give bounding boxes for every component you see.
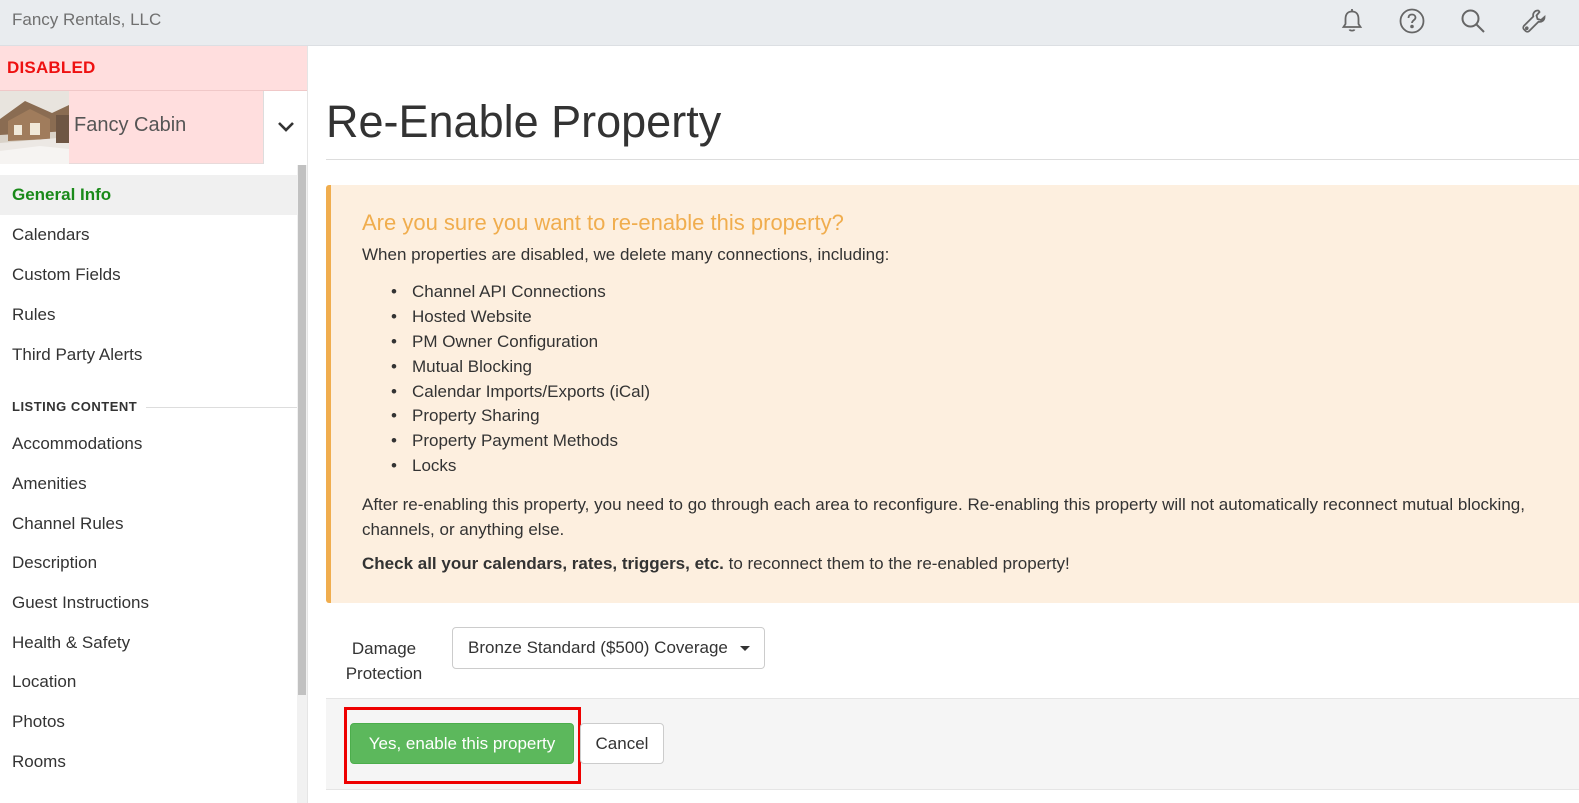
- company-name: Fancy Rentals, LLC: [12, 10, 162, 29]
- sidebar-item-photos[interactable]: Photos: [0, 702, 297, 742]
- sidebar-item-custom-fields[interactable]: Custom Fields: [0, 255, 297, 295]
- sidebar-item-health-safety[interactable]: Health & Safety: [0, 623, 297, 663]
- cancel-button[interactable]: Cancel: [580, 723, 664, 764]
- list-item: Property Sharing: [362, 404, 1062, 429]
- sidebar-item-third-party-alerts[interactable]: Third Party Alerts: [0, 335, 297, 375]
- enable-property-button[interactable]: Yes, enable this property: [350, 723, 574, 764]
- list-item: Property Payment Methods: [362, 429, 1062, 454]
- sidebar-item-calendars[interactable]: Calendars: [0, 215, 297, 255]
- warning-check-rest: to reconnect them to the re-enabled prop…: [723, 554, 1070, 573]
- property-selector[interactable]: Fancy Cabin: [0, 91, 307, 164]
- damage-protection-value: Bronze Standard ($500) Coverage: [468, 638, 728, 657]
- title-divider: [326, 159, 1579, 160]
- chevron-down-icon: [278, 122, 294, 132]
- warning-intro: When properties are disabled, we delete …: [362, 245, 890, 264]
- sidebar-item-amenities[interactable]: Amenities: [0, 464, 297, 504]
- warning-title: Are you sure you want to re-enable this …: [362, 210, 844, 235]
- section-header-listing-content: LISTING CONTENT: [0, 397, 297, 417]
- sidebar: DISABLED Fancy Cabin General Info Calend…: [0, 46, 308, 803]
- top-bar: Fancy Rentals, LLC: [0, 0, 1579, 46]
- main-content: Re-Enable Property Are you sure you want…: [308, 46, 1579, 803]
- warning-check-bold: Check all your calendars, rates, trigger…: [362, 554, 724, 573]
- sidebar-item-guest-instructions[interactable]: Guest Instructions: [0, 583, 297, 623]
- sidebar-item-general-info[interactable]: General Info: [0, 175, 297, 215]
- sidebar-scrollbar-thumb[interactable]: [298, 165, 306, 695]
- caret-down-icon: [740, 646, 750, 651]
- section-divider: [146, 407, 297, 408]
- sidebar-item-rooms[interactable]: Rooms: [0, 742, 297, 782]
- list-item: Locks: [362, 454, 1062, 479]
- list-item: Calendar Imports/Exports (iCal): [362, 380, 1062, 405]
- deleted-connections-list: Channel API Connections Hosted Website P…: [362, 280, 1062, 479]
- list-item: Hosted Website: [362, 305, 1062, 330]
- warning-alert: Are you sure you want to re-enable this …: [326, 185, 1579, 603]
- sidebar-item-channel-rules[interactable]: Channel Rules: [0, 504, 297, 544]
- sidebar-item-location[interactable]: Location: [0, 662, 297, 702]
- damage-protection-label: Damage Protection: [345, 639, 423, 683]
- damage-protection-select[interactable]: Bronze Standard ($500) Coverage: [452, 627, 765, 669]
- status-badge: DISABLED: [7, 58, 96, 77]
- list-item: Mutual Blocking: [362, 355, 1062, 380]
- disabled-banner: DISABLED: [0, 46, 307, 91]
- sidebar-nav: General Info Calendars Custom Fields Rul…: [0, 165, 307, 803]
- wrench-icon[interactable]: [1519, 6, 1549, 36]
- list-item: Channel API Connections: [362, 280, 1062, 305]
- search-icon[interactable]: [1458, 6, 1488, 36]
- bell-icon[interactable]: [1337, 6, 1367, 36]
- property-name: Fancy Cabin: [74, 114, 187, 136]
- property-dropdown-button[interactable]: [263, 91, 307, 164]
- property-thumbnail: [0, 91, 69, 164]
- sidebar-item-accommodations[interactable]: Accommodations: [0, 424, 297, 464]
- list-item: PM Owner Configuration: [362, 330, 1062, 355]
- warning-check-text: Check all your calendars, rates, trigger…: [362, 554, 1070, 574]
- sidebar-item-description[interactable]: Description: [0, 543, 297, 583]
- warning-after-text: After re-enabling this property, you nee…: [362, 495, 1525, 539]
- page-title: Re-Enable Property: [326, 96, 722, 147]
- sidebar-item-rules[interactable]: Rules: [0, 295, 297, 335]
- help-icon[interactable]: [1397, 6, 1427, 36]
